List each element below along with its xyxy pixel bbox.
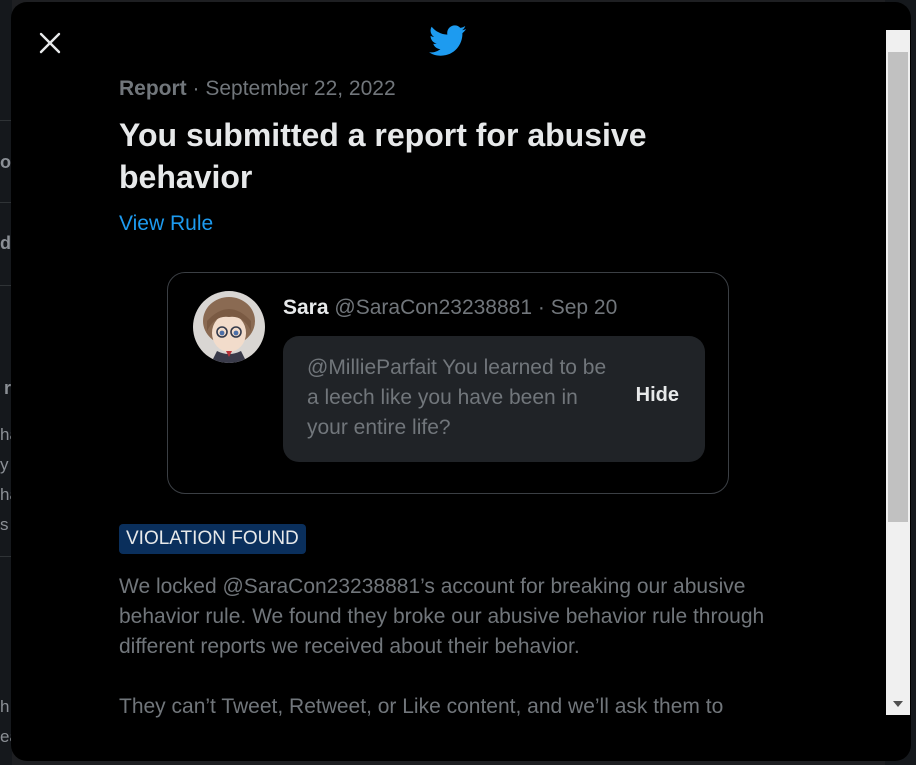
tweet-separator: · [532, 296, 551, 319]
tweet-date[interactable]: Sep 20 [551, 296, 618, 319]
author-handle[interactable]: @SaraCon23238881 [334, 296, 532, 319]
tweet-text: @MillieParfait You learned to be a leech… [307, 356, 607, 439]
reported-tweet-card[interactable]: Sara @SaraCon23238881 · Sep 20 @MilliePa… [167, 272, 729, 494]
page-title: You submitted a report for abusive behav… [119, 117, 647, 195]
hide-button[interactable]: Hide [636, 384, 679, 407]
background-text: y [0, 455, 9, 474]
report-type: Report [119, 77, 187, 100]
report-meta: Report · September 22, 2022 [119, 72, 779, 106]
tweet-header: Sara @SaraCon23238881 · Sep 20 [283, 293, 617, 323]
author-name[interactable]: Sara [283, 296, 329, 319]
report-description: We locked @SaraCon23238881’s account for… [119, 572, 784, 752]
twitter-bird-icon [429, 25, 467, 56]
close-icon [39, 32, 61, 54]
close-button[interactable] [33, 26, 67, 60]
background-text: d [0, 233, 11, 253]
meta-separator: · [186, 77, 206, 100]
chevron-down-icon[interactable] [893, 701, 903, 707]
background-text: o [0, 152, 11, 172]
report-header: Report · September 22, 2022 You submitte… [119, 72, 779, 236]
scrollbar-thumb[interactable] [888, 52, 908, 522]
description-paragraph: They can’t Tweet, Retweet, or Like conte… [119, 695, 724, 718]
background-text: s [0, 515, 9, 534]
avatar[interactable] [193, 291, 265, 363]
background-text: h [0, 697, 10, 716]
background-text: r [4, 378, 12, 398]
report-modal: Report · September 22, 2022 You submitte… [11, 2, 911, 761]
status-badge: VIOLATION FOUND [119, 524, 306, 554]
scrollbar[interactable] [886, 30, 910, 715]
report-date: September 22, 2022 [205, 77, 396, 100]
tweet-content-box: @MillieParfait You learned to be a leech… [283, 336, 705, 462]
description-paragraph: We locked @SaraCon23238881’s account for… [119, 575, 765, 658]
view-rule-link[interactable]: View Rule [119, 212, 213, 236]
avatar-image [193, 291, 265, 363]
